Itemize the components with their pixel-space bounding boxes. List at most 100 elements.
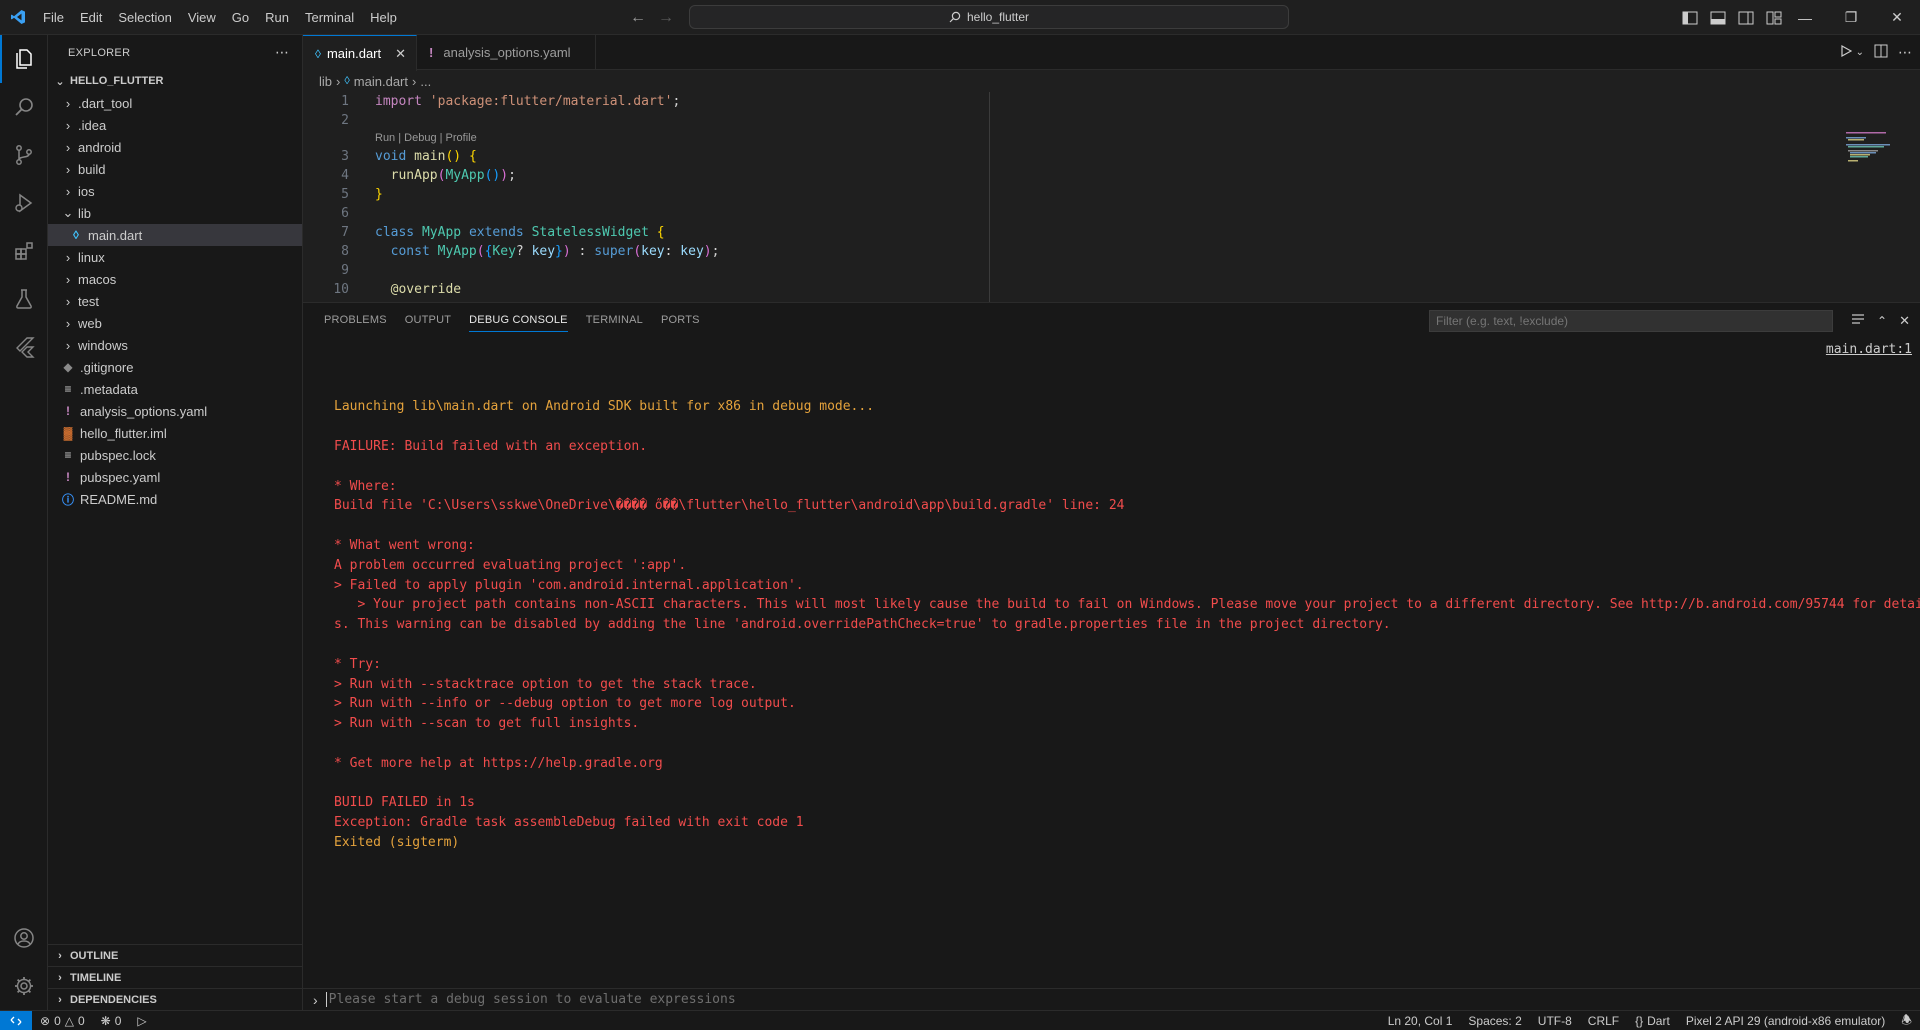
restore-icon[interactable]: ❐	[1828, 0, 1874, 35]
minimize-icon[interactable]: —	[1782, 0, 1828, 35]
workspace-root[interactable]: ⌄ HELLO_FLUTTER	[48, 70, 302, 92]
menu-run[interactable]: Run	[257, 0, 297, 35]
tree-file[interactable]: ! analysis_options.yaml	[48, 400, 302, 422]
device-selector[interactable]: Pixel 2 API 29 (android-x86 emulator)	[1678, 1011, 1893, 1030]
codelens-run-debug[interactable]: Run | Debug | Profile	[303, 130, 1920, 147]
forward-arrow-icon[interactable]: →	[658, 9, 674, 27]
menu-go[interactable]: Go	[224, 0, 257, 35]
breadcrumb-folder[interactable]: lib	[319, 74, 332, 89]
language-mode[interactable]: {} Dart	[1627, 1011, 1678, 1030]
command-center-search[interactable]: hello_flutter	[689, 5, 1289, 29]
section-timeline[interactable]: › TIMELINE	[48, 966, 303, 988]
back-arrow-icon[interactable]: ←	[630, 9, 646, 27]
debug-console-output[interactable]: main.dart:1 Launching lib\main.dart on A…	[303, 338, 1920, 892]
tree-file[interactable]: ≡ .metadata	[48, 378, 302, 400]
tree-folder[interactable]: › test	[48, 290, 302, 312]
toggle-primary-sidebar-icon[interactable]	[1680, 8, 1700, 28]
console-filter-input[interactable]	[1429, 310, 1833, 332]
menu-selection[interactable]: Selection	[110, 0, 179, 35]
indentation[interactable]: Spaces: 2	[1460, 1011, 1529, 1030]
notifications-bell-icon[interactable]: 🕭	[1893, 1011, 1920, 1030]
tree-folder[interactable]: › .idea	[48, 114, 302, 136]
explorer-icon[interactable]	[0, 35, 48, 83]
remote-indicator-icon[interactable]	[0, 1010, 32, 1030]
maximize-panel-chevron-up-icon[interactable]: ⌃	[1877, 314, 1887, 328]
encoding[interactable]: UTF-8	[1530, 1011, 1580, 1030]
cursor-position[interactable]: Ln 20, Col 1	[1380, 1011, 1461, 1030]
tab-terminal[interactable]: TERMINAL	[577, 303, 652, 338]
tree-file[interactable]: ◆ .gitignore	[48, 356, 302, 378]
account-icon[interactable]	[0, 914, 48, 962]
toggle-panel-icon[interactable]	[1708, 8, 1728, 28]
tab-output[interactable]: OUTPUT	[396, 303, 460, 338]
tree-item-label: .dart_tool	[78, 95, 133, 111]
run-and-debug-icon[interactable]	[0, 179, 48, 227]
code-editor[interactable]: 1 import 'package:flutter/material.dart';…	[303, 92, 1920, 302]
tree-folder[interactable]: › linux	[48, 246, 302, 268]
tree-file[interactable]: ▓ hello_flutter.iml	[48, 422, 302, 444]
manage-gear-icon[interactable]	[0, 962, 48, 1010]
tab-ports[interactable]: PORTS	[652, 303, 709, 338]
menu-terminal[interactable]: Terminal	[297, 0, 362, 35]
line-number: 2	[341, 113, 349, 128]
tree-file[interactable]: ≡ pubspec.lock	[48, 444, 302, 466]
ports-status[interactable]: ❋ 0	[93, 1011, 130, 1030]
chevron-right-icon: ›	[58, 971, 62, 984]
git-icon: ◆	[63, 360, 73, 374]
gutter	[349, 261, 375, 280]
testing-icon[interactable]	[0, 275, 48, 323]
close-panel-icon[interactable]: ✕	[1899, 313, 1910, 329]
tab-main-dart[interactable]: ◊ main.dart ✕	[303, 35, 418, 71]
tree-folder[interactable]: ⌄ lib	[48, 202, 302, 224]
breadcrumb-file[interactable]: main.dart	[354, 74, 408, 89]
toggle-secondary-sidebar-icon[interactable]	[1736, 8, 1756, 28]
tree-folder[interactable]: › web	[48, 312, 302, 334]
language-label: Dart	[1647, 1014, 1670, 1028]
section-dependencies[interactable]: › DEPENDENCIES	[48, 988, 303, 1010]
tree-file[interactable]: ⓘ README.md	[48, 488, 302, 510]
run-dropdown-chevron-icon[interactable]: ⌄	[1856, 47, 1864, 58]
repl-input[interactable]	[325, 992, 1126, 1007]
problems-status[interactable]: ⊗ 0 △ 0	[32, 1011, 93, 1030]
more-actions-icon[interactable]: ⋯	[275, 44, 290, 61]
clear-console-icon[interactable]	[1851, 313, 1865, 328]
tree-folder[interactable]: › build	[48, 158, 302, 180]
minimap[interactable]	[1846, 132, 1906, 172]
menu-view[interactable]: View	[180, 0, 224, 35]
tree-folder[interactable]: › android	[48, 136, 302, 158]
debug-status[interactable]: ▷	[129, 1011, 154, 1030]
menu-file[interactable]: File	[35, 0, 72, 35]
customize-layout-icon[interactable]	[1764, 8, 1784, 28]
extensions-icon[interactable]	[0, 227, 48, 275]
tree-file[interactable]: ! pubspec.yaml	[48, 466, 302, 488]
section-outline[interactable]: › OUTLINE	[48, 944, 303, 966]
tree-item-label: linux	[78, 249, 105, 265]
end-of-line[interactable]: CRLF	[1580, 1011, 1627, 1030]
source-link[interactable]: main.dart:1	[1826, 340, 1912, 360]
close-tab-icon[interactable]: ✕	[395, 46, 406, 62]
search-icon[interactable]	[0, 83, 48, 131]
menu-edit[interactable]: Edit	[72, 0, 110, 35]
source-control-icon[interactable]	[0, 131, 48, 179]
tab-problems[interactable]: PROBLEMS	[315, 303, 396, 338]
tab-debug-console[interactable]: DEBUG CONSOLE	[460, 303, 577, 338]
tree-folder[interactable]: › ios	[48, 180, 302, 202]
run-icon[interactable]	[1840, 44, 1852, 60]
menu-help[interactable]: Help	[362, 0, 405, 35]
console-line: Build file 'C:\Users\sskwe\OneDrive\����…	[334, 498, 1125, 514]
tree-folder[interactable]: › windows	[48, 334, 302, 356]
flutter-icon[interactable]	[0, 323, 48, 371]
more-actions-icon[interactable]: ⋯	[1898, 44, 1912, 61]
split-editor-icon[interactable]	[1874, 44, 1888, 61]
tab-analysis-options[interactable]: ! analysis_options.yaml	[417, 35, 596, 70]
workspace-root-label: HELLO_FLUTTER	[70, 75, 164, 87]
tree-file[interactable]: ◊ main.dart	[48, 224, 302, 246]
tree-folder[interactable]: › .dart_tool	[48, 92, 302, 114]
close-window-icon[interactable]: ✕	[1874, 0, 1920, 35]
breadcrumb-symbol[interactable]: ...	[420, 74, 431, 89]
code-token: main	[414, 149, 446, 164]
tree-folder[interactable]: › macos	[48, 268, 302, 290]
code-token: {	[656, 225, 665, 240]
